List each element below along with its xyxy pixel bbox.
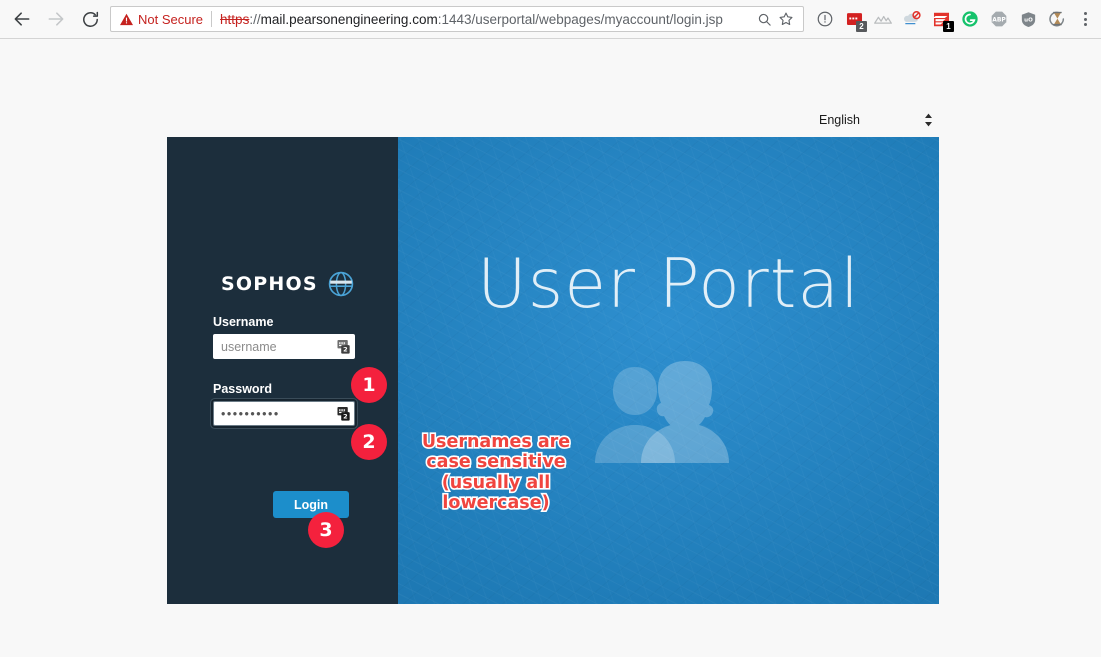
annotation-badge-1: 1 [351,367,387,403]
username-label: Username [213,315,274,329]
sophos-globe-icon [328,271,353,297]
reload-icon [82,11,98,27]
forward-button[interactable] [42,5,70,33]
username-input[interactable] [213,334,355,359]
annotation-badge-3: 3 [308,512,344,548]
chrome-menu-icon [1083,23,1087,26]
language-select[interactable]: English [807,109,939,131]
star-icon [779,12,793,26]
blocked-cloud-extension-button[interactable] [899,6,925,32]
login-card: SOPHOS Username username 2 Password 2 Lo… [167,137,939,604]
lastpass-fill-icon[interactable]: 2 [337,406,352,421]
feedly-extension-button[interactable]: 1 [928,6,954,32]
grammarly-extension-icon [962,11,978,27]
omnibox-search-button[interactable] [753,8,775,30]
lastpass-fill-icon[interactable]: 2 [337,339,352,354]
password-input[interactable] [213,401,355,426]
svg-text:2: 2 [343,345,348,353]
sophos-logo: SOPHOS [221,271,354,297]
address-bar[interactable]: Not Secure https://mail.pearsonengineeri… [110,6,804,32]
portal-banner-panel: User Portal [398,137,939,604]
annotation-note: Usernames are case sensitive (usually al… [420,430,572,514]
ublock-origin-extension-icon: uO [1021,11,1035,27]
page-content: English SOPHOS Username username 2 Passw… [0,39,1101,657]
password-field-group: Password 2 [213,382,355,426]
url-text[interactable]: https://mail.pearsonengineering.com:1443… [220,12,753,27]
adblock-plus-extension-icon: ABP [991,11,1006,27]
mountains-extension-button[interactable] [870,6,896,32]
browser-toolbar: Not Secure https://mail.pearsonengineeri… [0,0,1101,38]
reload-button[interactable] [76,5,104,33]
back-button[interactable] [8,5,36,33]
bookmark-button[interactable] [775,8,797,30]
hourglass-extension-button[interactable] [1044,6,1070,32]
url-separator: :// [249,11,261,27]
password-input-wrap: 2 [213,401,355,426]
chrome-menu-button[interactable] [1073,6,1097,32]
page-title: User Portal [477,245,860,324]
language-select-value: English [819,113,860,127]
svg-text:ABP: ABP [992,17,1006,24]
svg-text:uO: uO [1024,17,1033,23]
security-status[interactable]: Not Secure [119,12,203,27]
not-secure-label: Not Secure [138,11,204,27]
magnifier-icon [758,13,771,26]
extension-toolbar: 2 1 ABP uO [812,6,1101,32]
svg-text:2: 2 [343,412,348,420]
two-users-silhouette-icon [593,359,743,474]
omnibox-divider [211,11,213,27]
annotation-badge-2: 2 [351,424,387,460]
extension-badge: 1 [943,21,954,32]
ublock-origin-extension-button[interactable]: uO [1015,6,1041,32]
password-label: Password [213,382,273,396]
blocked-cloud-extension-icon [903,11,921,25]
url-path: :1443/userportal/webpages/myaccount/logi… [437,11,723,27]
chrome-menu-icon [1083,17,1087,21]
chrome-menu-icon [1083,12,1087,15]
warning-triangle-icon [120,13,133,25]
mountains-extension-icon [874,15,892,24]
url-host: mail.pearsonengineering.com [260,11,438,27]
page-info-extension-button[interactable] [812,6,838,32]
arrow-left-icon [14,12,30,26]
arrow-right-icon [48,12,64,26]
username-input-wrap: 2 [213,334,355,359]
sophos-wordmark: SOPHOS [221,273,318,295]
page-info-icon [817,11,833,27]
adobe-acrobat-extension-button[interactable]: 2 [841,6,867,32]
extension-badge: 2 [856,21,867,32]
hourglass-extension-icon [1049,11,1065,27]
username-field-group: Username 2 [213,315,355,359]
updown-arrows-icon [924,113,933,127]
login-button[interactable]: Login [273,491,349,518]
grammarly-extension-button[interactable] [957,6,983,32]
adblock-plus-extension-button[interactable]: ABP [986,6,1012,32]
url-scheme: https [220,11,250,27]
